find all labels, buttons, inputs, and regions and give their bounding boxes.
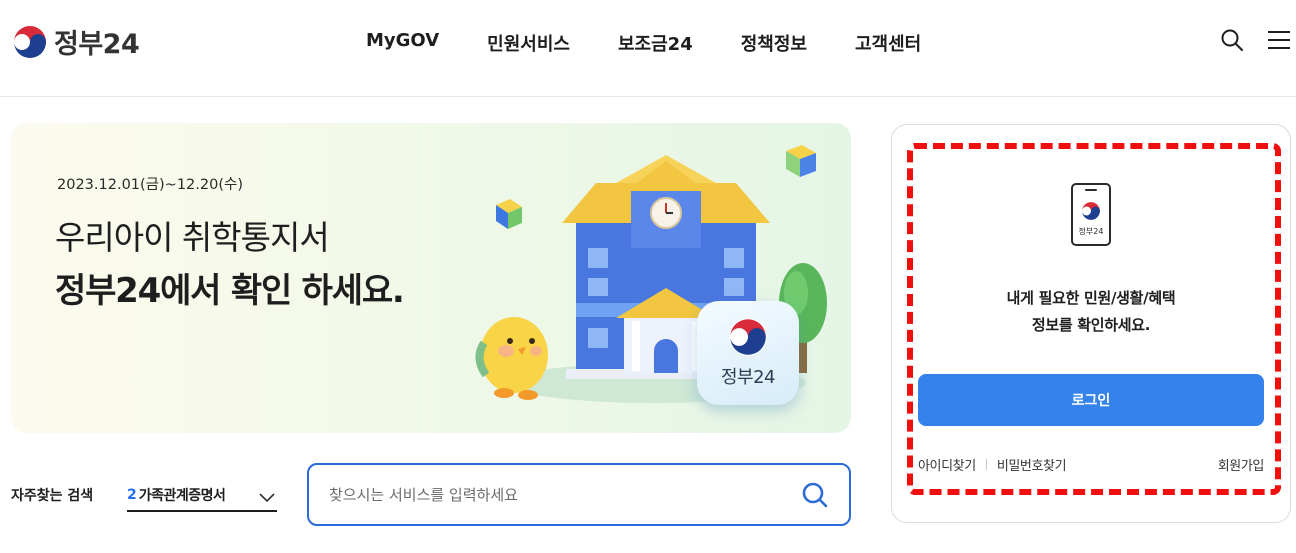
- nav-item-mygov[interactable]: MyGOV: [366, 30, 439, 56]
- taegeuk-logo-icon: [1081, 201, 1101, 221]
- phone-label: 정부24: [1078, 227, 1104, 236]
- login-button[interactable]: 로그인: [918, 374, 1264, 426]
- main-nav: MyGOV 민원서비스 보조금24 정책정보 고객센터: [366, 30, 921, 56]
- banner-subheadline: 정부24에서 확인 하세요.: [55, 271, 405, 311]
- find-password-link[interactable]: 비밀번호찾기: [997, 455, 1067, 474]
- frequent-search-select[interactable]: 2 가족관계증명서: [127, 480, 277, 512]
- frequent-search-label: 자주찾는 검색: [11, 488, 94, 504]
- cube-decoration-right: [786, 145, 816, 177]
- banner-date: 2023.12.01(금)~12.20(수): [57, 177, 243, 193]
- mobile-phone-icon: 정부24: [1071, 183, 1111, 246]
- nav-item-subsidy24[interactable]: 보조금24: [618, 30, 693, 56]
- site-header: 정부24 MyGOV 민원서비스 보조금24 정책정보 고객센터: [0, 0, 1296, 97]
- gov24-app-tile: 정부24: [697, 301, 799, 405]
- login-message: 내게 필요한 민원/생활/혜택 정보를 확인하세요.: [1006, 289, 1176, 334]
- site-logo[interactable]: 정부24: [12, 22, 140, 61]
- frequent-search-rank: 2: [127, 487, 137, 503]
- nav-item-civil-services[interactable]: 민원서비스: [487, 30, 570, 56]
- taegeuk-logo-icon: [13, 24, 47, 59]
- logo-text: 정부24: [54, 29, 140, 60]
- link-divider: [985, 459, 987, 470]
- account-links: 아이디찾기 비밀번호찾기 회원가입: [918, 455, 1264, 474]
- search-icon[interactable]: [1220, 28, 1244, 56]
- taegeuk-logo-icon: [729, 318, 767, 356]
- nav-item-customer-center[interactable]: 고객센터: [855, 30, 921, 56]
- menu-icon[interactable]: [1268, 28, 1290, 56]
- signup-link[interactable]: 회원가입: [1218, 455, 1265, 474]
- service-search-box: [307, 463, 851, 526]
- frequent-search-value: 가족관계증명서: [138, 488, 226, 504]
- banner-headline: 우리아이 취학통지서: [55, 218, 330, 257]
- nav-item-policy-info[interactable]: 정책정보: [741, 30, 807, 56]
- search-button-icon[interactable]: [801, 481, 829, 513]
- cube-decoration-left: [496, 199, 522, 229]
- promo-banner[interactable]: 2023.12.01(금)~12.20(수) 우리아이 취학통지서 정부24에서…: [11, 123, 851, 433]
- service-search-input[interactable]: [329, 481, 769, 509]
- chevron-down-icon: [259, 488, 275, 507]
- find-id-link[interactable]: 아이디찾기: [918, 455, 976, 474]
- app-tile-label: 정부24: [720, 367, 776, 388]
